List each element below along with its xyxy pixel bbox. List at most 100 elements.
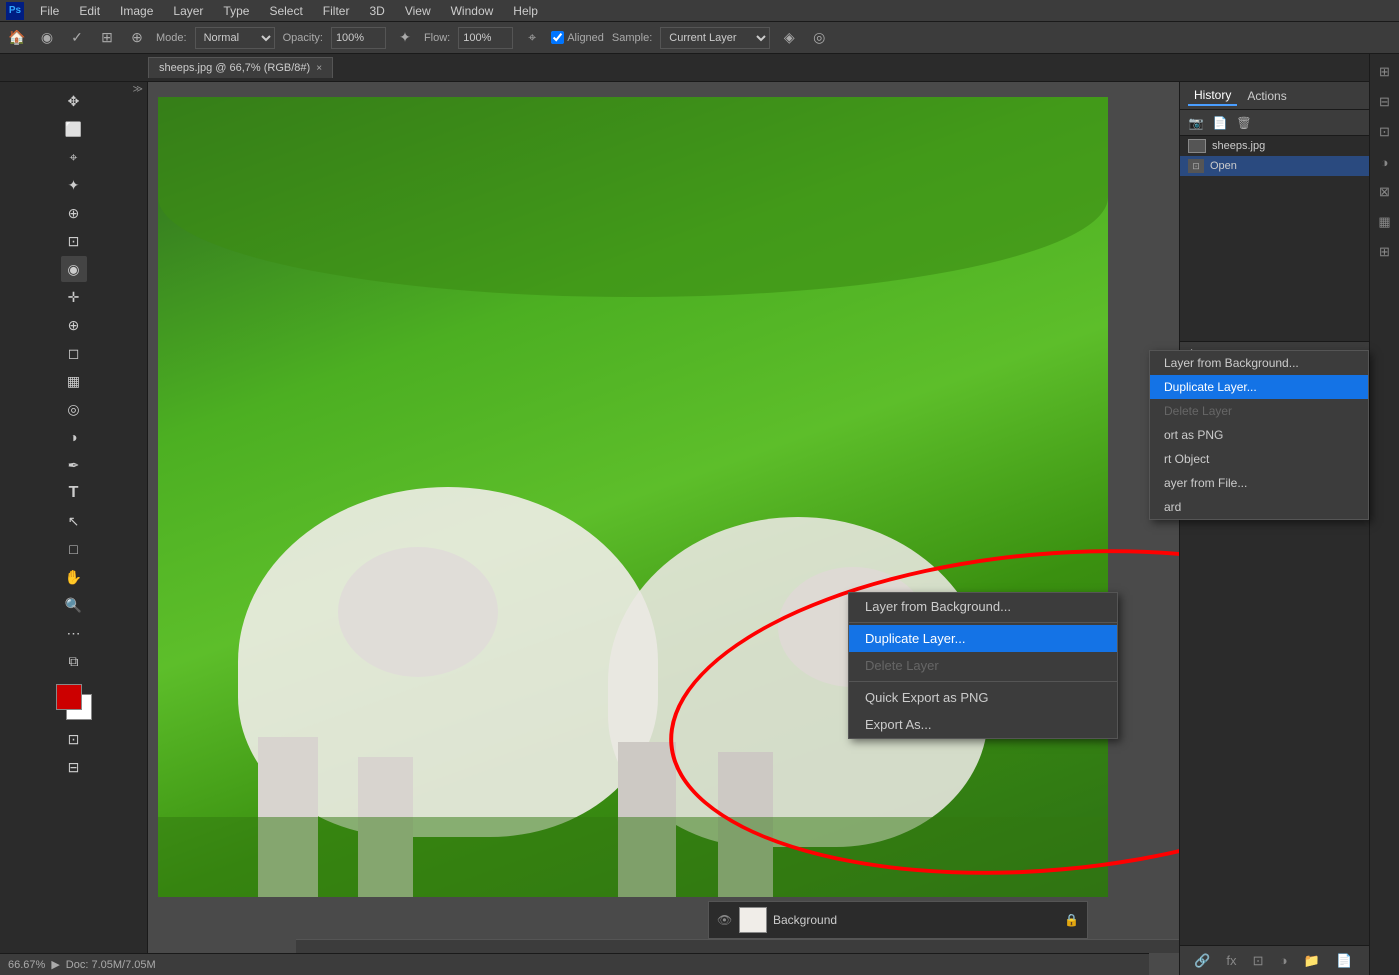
- dodge-tool[interactable]: ◑: [61, 424, 87, 450]
- brush-settings-icon[interactable]: ⊞: [96, 27, 118, 49]
- zoom-level: 66.67%: [8, 959, 45, 971]
- history-delete[interactable]: 🗑: [1234, 113, 1254, 133]
- history-new-snapshot[interactable]: 📷: [1186, 113, 1206, 133]
- context-menu-right: Layer from Background... Duplicate Layer…: [1149, 350, 1369, 520]
- patterns-icon[interactable]: ⊞: [1373, 240, 1397, 264]
- path-select-tool[interactable]: ↖: [61, 508, 87, 534]
- layer-folder-icon[interactable]: 📁: [1304, 953, 1320, 969]
- pen-tool[interactable]: ✒: [61, 452, 87, 478]
- history-state-open[interactable]: ⊡ Open: [1180, 156, 1399, 176]
- channels-icon[interactable]: ⊞: [1373, 60, 1397, 84]
- smoothing-icon[interactable]: ⌖: [521, 27, 543, 49]
- shape-tool[interactable]: □: [61, 536, 87, 562]
- history-brush-tool[interactable]: ⊕: [61, 312, 87, 338]
- menu-layer[interactable]: Layer: [169, 2, 207, 20]
- rctx-export-png[interactable]: ort as PNG: [1150, 423, 1368, 447]
- menu-window[interactable]: Window: [447, 2, 498, 20]
- paths-icon[interactable]: ⊟: [1373, 90, 1397, 114]
- layers-empty-space: [1180, 482, 1399, 945]
- canvas-layer-eye[interactable]: 👁: [717, 913, 733, 927]
- ctx-delete-layer: Delete Layer: [849, 652, 1117, 679]
- brush-on-canvas-icon[interactable]: ⊕: [126, 27, 148, 49]
- color-icon[interactable]: ◑: [1373, 150, 1397, 174]
- opacity-input[interactable]: [331, 27, 386, 49]
- tab-actions[interactable]: Actions: [1241, 87, 1292, 105]
- marquee-tool[interactable]: ⬜: [61, 116, 87, 142]
- heal-tool[interactable]: ◉: [61, 256, 87, 282]
- quick-mask-tool[interactable]: ⊡: [61, 726, 87, 752]
- canvas-layer-row: 👁 Background 🔒: [708, 901, 1088, 939]
- ctx-divider-1: [849, 622, 1117, 623]
- crop-tool[interactable]: ⊡: [61, 228, 87, 254]
- ctx-export-as[interactable]: Export As...: [849, 711, 1117, 738]
- flow-input[interactable]: [458, 27, 513, 49]
- main-layout: ≫ ✥ ⬜ ⌖ ✦ ⊕ ⊡ ◉ ✛ ⊕ ◻ ▦ ◎ ◑ ✒ T ↖ □ ✋ 🔍 …: [0, 82, 1399, 975]
- ctx-quick-export[interactable]: Quick Export as PNG: [849, 684, 1117, 711]
- menu-view[interactable]: View: [401, 2, 435, 20]
- doc-info: Doc: 7.05M/7.05M: [66, 959, 156, 971]
- history-snapshot-label: sheeps.jpg: [1212, 140, 1265, 152]
- swatches-icon[interactable]: ⊠: [1373, 180, 1397, 204]
- lasso-tool[interactable]: ⌖: [61, 144, 87, 170]
- aligned-checkbox[interactable]: [551, 31, 564, 44]
- zoom-tool[interactable]: 🔍: [61, 592, 87, 618]
- wand-tool[interactable]: ✦: [61, 172, 87, 198]
- rctx-smart-object[interactable]: rt Object: [1150, 447, 1368, 471]
- layer-mask-icon[interactable]: ⊡: [1253, 953, 1264, 969]
- eraser-tool[interactable]: ◻: [61, 340, 87, 366]
- hand-tool[interactable]: ✋: [61, 564, 87, 590]
- pressure-icon[interactable]: ◎: [808, 27, 830, 49]
- sample-dropdown[interactable]: Current Layer: [660, 27, 770, 49]
- mode-dropdown[interactable]: Normal: [195, 27, 275, 49]
- airbrush-icon[interactable]: ✦: [394, 27, 416, 49]
- menu-filter[interactable]: Filter: [319, 2, 354, 20]
- canvas-horizontal-scrollbar[interactable]: [296, 939, 1179, 953]
- history-snapshot-item[interactable]: sheeps.jpg: [1180, 136, 1399, 156]
- move-tool[interactable]: ✥: [61, 88, 87, 114]
- home-icon[interactable]: 🏠: [6, 27, 28, 49]
- canvas-layer-name: Background: [773, 913, 837, 927]
- menu-help[interactable]: Help: [509, 2, 542, 20]
- menu-type[interactable]: Type: [219, 2, 253, 20]
- extra-tools[interactable]: ⋯: [61, 620, 87, 646]
- menu-select[interactable]: Select: [265, 2, 306, 20]
- text-tool[interactable]: T: [61, 480, 87, 506]
- rctx-duplicate-layer[interactable]: Duplicate Layer...: [1150, 375, 1368, 399]
- foreground-color-swatch[interactable]: [56, 684, 82, 710]
- layer-link-icon[interactable]: 🔗: [1194, 953, 1210, 969]
- blur-tool[interactable]: ◎: [61, 396, 87, 422]
- menu-edit[interactable]: Edit: [75, 2, 104, 20]
- history-new-doc[interactable]: 📄: [1210, 113, 1230, 133]
- brush-toggle-icon[interactable]: ✓: [66, 27, 88, 49]
- layer-adj-icon[interactable]: ◑: [1280, 953, 1288, 968]
- rctx-artboard[interactable]: ard: [1150, 495, 1368, 519]
- menu-3d[interactable]: 3D: [365, 2, 388, 20]
- screen-mode-tool[interactable]: ⊟: [61, 754, 87, 780]
- toolbar-collapse-icon[interactable]: ≫: [133, 84, 143, 95]
- transform-tool[interactable]: ⧉: [61, 648, 87, 674]
- layer-new-icon[interactable]: 📄: [1336, 953, 1352, 969]
- ctx-layer-from-bg[interactable]: Layer from Background...: [849, 593, 1117, 620]
- clone-tool[interactable]: ✛: [61, 284, 87, 310]
- layer-fx-icon[interactable]: fx: [1226, 953, 1236, 968]
- eyedropper-tool[interactable]: ⊕: [61, 200, 87, 226]
- close-tab-icon[interactable]: ×: [316, 63, 322, 74]
- layers-icon[interactable]: ⊡: [1373, 120, 1397, 144]
- sample-all-icon[interactable]: ◈: [778, 27, 800, 49]
- ctx-duplicate-layer[interactable]: Duplicate Layer...: [849, 625, 1117, 652]
- history-panel: History Actions ≡ 📷 📄 🗑 sheeps.jpg ⊡ Ope…: [1180, 82, 1399, 342]
- gradient-tool[interactable]: ▦: [61, 368, 87, 394]
- sample-label: Sample:: [612, 32, 652, 44]
- rctx-place-from-file[interactable]: ayer from File...: [1150, 471, 1368, 495]
- mode-label: Mode:: [156, 32, 187, 44]
- menu-image[interactable]: Image: [116, 2, 157, 20]
- color-swatches[interactable]: [56, 684, 92, 720]
- rctx-layer-from-bg[interactable]: Layer from Background...: [1150, 351, 1368, 375]
- document-tab[interactable]: sheeps.jpg @ 66,7% (RGB/8#) ×: [148, 57, 333, 78]
- menu-file[interactable]: File: [36, 2, 63, 20]
- aligned-label[interactable]: Aligned: [551, 31, 604, 44]
- canvas-area[interactable]: 👁 Background 🔒 Layer from Background... …: [148, 82, 1179, 975]
- tab-history[interactable]: History: [1188, 86, 1237, 106]
- brush-preset-icon[interactable]: ◉: [36, 27, 58, 49]
- gradients-icon[interactable]: ▦: [1373, 210, 1397, 234]
